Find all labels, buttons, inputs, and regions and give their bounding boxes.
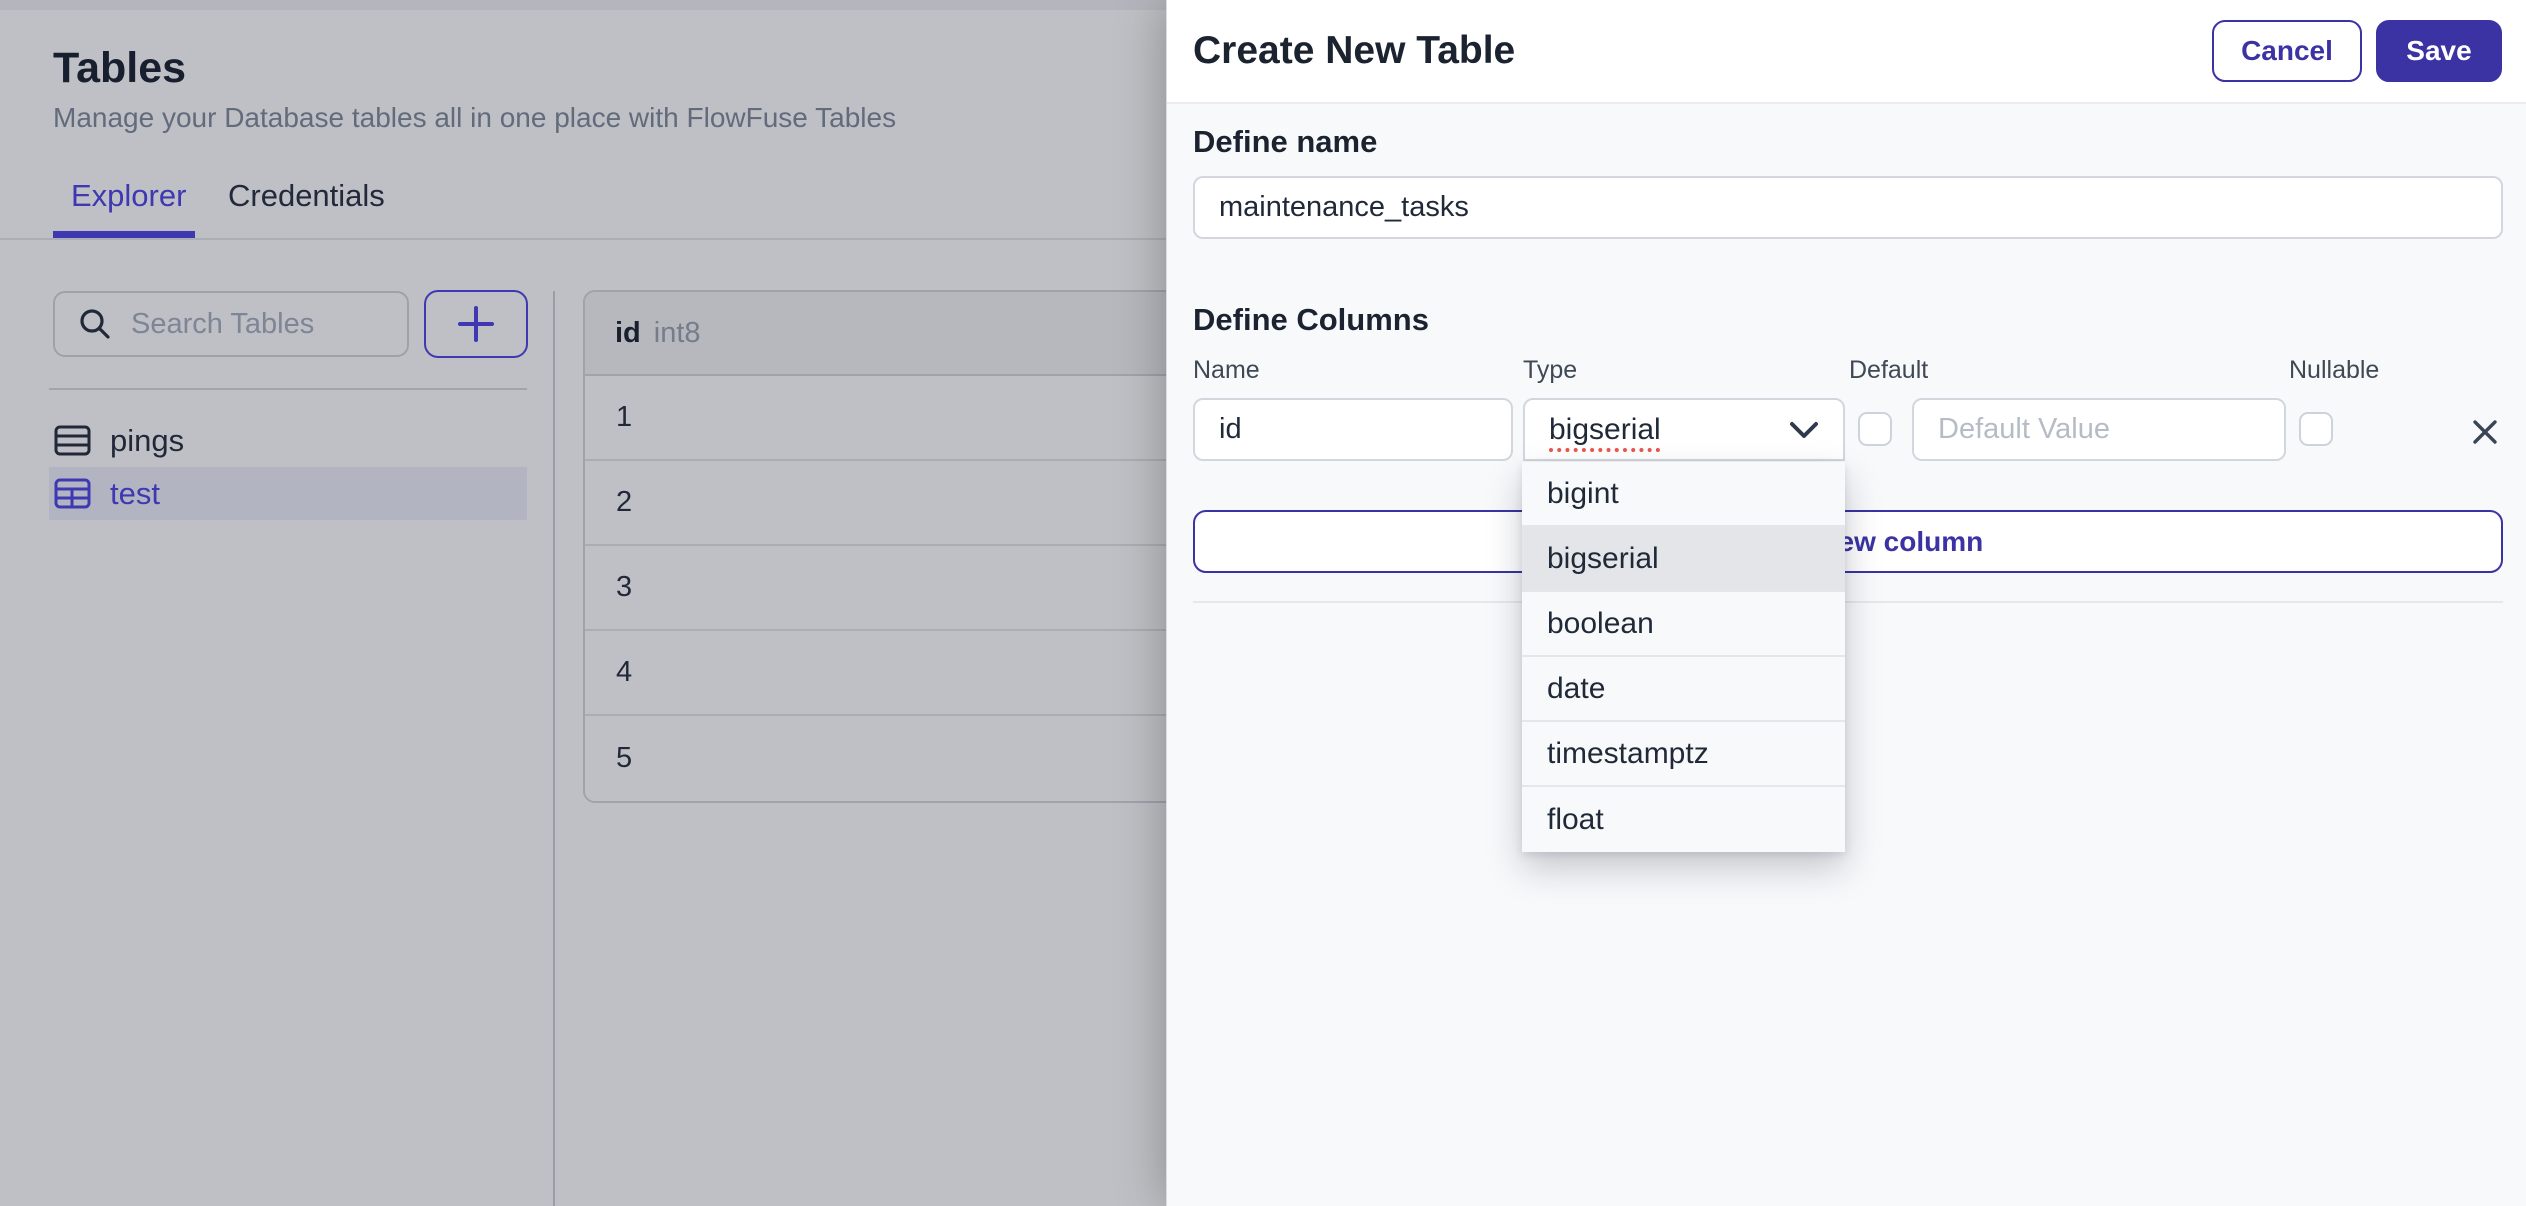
remove-column-button[interactable]: [2463, 410, 2507, 454]
default-checkbox[interactable]: [1858, 412, 1892, 446]
table-name-input[interactable]: [1193, 176, 2503, 239]
add-column-button[interactable]: + Add a new column: [1193, 510, 2503, 573]
type-dropdown-menu: bigint bigserial boolean date timestampt…: [1522, 462, 1845, 852]
selected-type-value: bigserial: [1549, 412, 1661, 446]
type-option-float[interactable]: float: [1522, 787, 1845, 852]
cancel-button[interactable]: Cancel: [2212, 20, 2362, 82]
column-type-select[interactable]: bigserial: [1523, 398, 1845, 461]
create-table-drawer: Create New Table Cancel Save Define name…: [1166, 0, 2526, 1206]
type-option-boolean[interactable]: boolean: [1522, 592, 1845, 657]
save-button[interactable]: Save: [2376, 20, 2502, 82]
type-option-date[interactable]: date: [1522, 657, 1845, 722]
drawer-title: Create New Table: [1193, 29, 1516, 72]
field-label-type: Type: [1523, 356, 1578, 384]
field-label-name: Name: [1193, 356, 1260, 384]
field-label-nullable: Nullable: [2289, 356, 2380, 384]
default-value-input[interactable]: [1912, 398, 2286, 461]
type-option-bigint[interactable]: bigint: [1522, 462, 1845, 527]
chevron-down-icon: [1789, 420, 1819, 440]
close-icon: [2470, 417, 2500, 447]
field-label-default: Default: [1849, 356, 1929, 384]
define-name-label: Define name: [1193, 124, 1378, 159]
app-window: Tables Manage your Database tables all i…: [0, 0, 2526, 1206]
define-columns-label: Define Columns: [1193, 302, 1429, 337]
type-option-bigserial[interactable]: bigserial: [1522, 527, 1845, 592]
columns-section-divider: [1193, 601, 2503, 603]
type-option-timestamptz[interactable]: timestamptz: [1522, 722, 1845, 787]
drawer-header: Create New Table Cancel Save: [1167, 0, 2526, 104]
nullable-checkbox[interactable]: [2299, 412, 2333, 446]
column-name-input[interactable]: [1193, 398, 1513, 461]
